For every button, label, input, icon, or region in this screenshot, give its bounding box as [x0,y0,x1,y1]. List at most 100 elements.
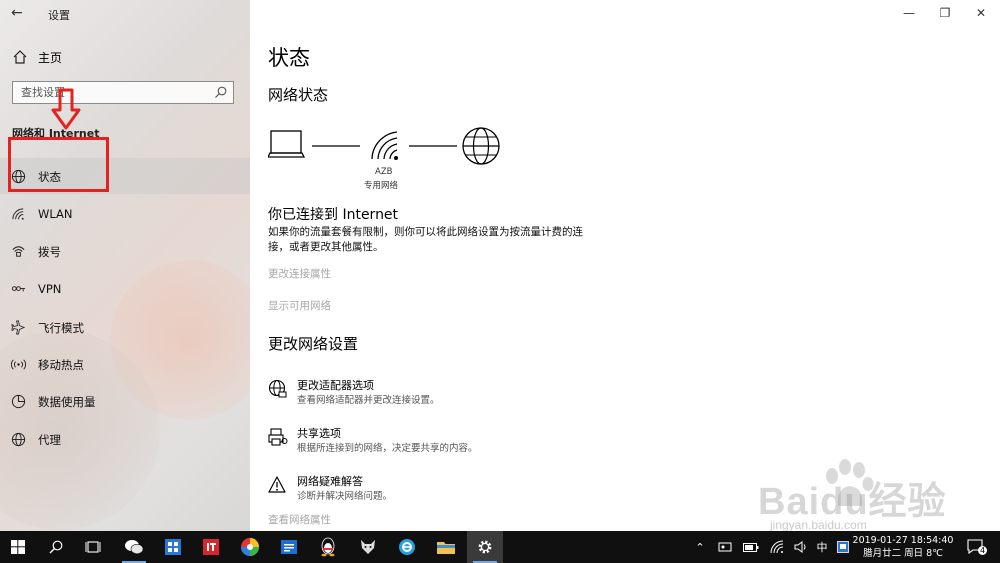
option-description: 诊断并解决网络问题。 [297,491,393,502]
watermark-url: jingyan.baidu.com [770,518,867,532]
adapter-options-item[interactable]: 更改适配器选项 查看网络适配器并更改连接设置。 [268,377,668,409]
globe-icon [462,127,500,165]
task-view-button[interactable] [75,531,111,563]
connection-status-text: 你已连接到 Internet [268,207,399,223]
taskbar-app-it[interactable] [193,531,229,563]
close-button[interactable]: ✕ [966,4,996,22]
sidebar-item-vpn[interactable]: VPN [0,271,250,307]
taskbar-app-ie[interactable] [389,531,425,563]
color-wheel-icon [241,538,259,556]
clock-lunar-weather: 腊月廿二 周日 8℃ [863,548,943,559]
qq-penguin-icon [321,537,335,557]
sidebar-item-label: WLAN [38,207,73,221]
sidebar-item-label: 主页 [38,51,63,65]
sidebar-item-hotspot[interactable]: 移动热点 [0,346,250,382]
window-title: 设置 [48,9,70,22]
wifi-icon [371,131,398,160]
sidebar-item-wlan[interactable]: WLAN [0,196,250,232]
taskbar-app-color[interactable] [232,531,268,563]
clock-datetime: 2019-01-27 18:54:40 [852,535,954,546]
tray-overflow-button[interactable]: ⌃ [690,531,710,563]
input-language-indicator[interactable]: 中 [813,531,831,563]
connection-description: 如果你的流量套餐有限制，则你可以将此网络设置为按流量计费的连接，或者更改其他属性… [268,226,583,253]
taskbar-app-fox[interactable] [350,531,386,563]
back-arrow-icon[interactable]: ← [11,5,27,21]
adapter-icon [268,379,287,398]
network-status-heading: 网络状态 [268,86,329,104]
content-pane: — ❐ ✕ 状态 网络状态 AZB 专用网络 你已连接到 Internet 如果… [250,0,1000,531]
sidebar-item-label: VPN [38,282,62,296]
page-title: 状态 [268,46,310,70]
wifi-icon [770,540,784,554]
change-properties-link[interactable]: 更改连接属性 [268,266,331,281]
laptop-icon [268,130,306,158]
search-icon [49,540,63,554]
network-name: AZB [375,167,393,177]
battery-icon [743,542,759,552]
folder-icon [437,542,455,554]
hotspot-icon [11,359,26,370]
system-clock[interactable]: 2019-01-27 18:54:40 腊月廿二 周日 8℃ [848,534,958,560]
annotation-arrow-icon [51,88,81,130]
tray-app-icon[interactable] [714,531,736,563]
option-title: 网络疑难解答 [297,475,363,488]
globe-icon [11,432,26,447]
option-description: 根据所连接到的网络，决定要共享的内容。 [297,443,478,454]
taskbar-app-explorer[interactable] [428,531,464,563]
tray-battery[interactable] [740,531,762,563]
restore-button[interactable]: ❐ [930,4,960,22]
sidebar-item-dialup[interactable]: 拨号 [0,233,250,269]
sidebar-item-proxy[interactable]: 代理 [0,421,250,457]
sidebar-item-label: 数据使用量 [38,395,96,409]
wifi-icon [12,208,24,220]
vpn-icon [11,286,26,292]
search-field[interactable] [12,81,234,104]
sharing-icon [268,428,288,446]
annotation-highlight-box [8,137,109,192]
taskbar-app-settings[interactable] [467,531,503,563]
taskbar: ⌃ 中 2019-01-27 18:54:40 腊月廿二 周日 8℃ 4 [0,531,1000,563]
taskbar-app-wechat[interactable] [116,531,152,563]
option-description: 查看网络适配器并更改连接设置。 [297,395,440,406]
settings-sidebar: ← 设置 主页 网络和 Internet 状态 WLAN [0,0,250,531]
taskbar-app-qq[interactable] [310,531,346,563]
taskbar-app-store[interactable] [271,531,307,563]
sidebar-item-data-usage[interactable]: 数据使用量 [0,383,250,419]
app-store-icon [281,540,297,554]
speaker-icon [794,541,806,553]
search-input[interactable] [21,84,211,101]
tray-volume[interactable] [790,531,812,563]
notification-count: 4 [978,546,988,555]
option-title: 共享选项 [297,427,341,440]
action-center-button[interactable]: 4 [964,531,988,563]
sidebar-item-label: 飞行模式 [38,321,84,335]
search-button[interactable] [38,531,74,563]
tray-network[interactable] [766,531,788,563]
minimize-button[interactable]: — [894,4,924,22]
dialup-icon [12,246,25,257]
internet-explorer-icon [399,539,415,555]
sharing-options-item[interactable]: 共享选项 根据所连接到的网络，决定要共享的内容。 [268,425,668,457]
taskbar-app-calculator[interactable] [155,531,191,563]
troubleshoot-item[interactable]: 网络疑难解答 诊断并解决网络问题。 [268,473,668,505]
view-properties-link[interactable]: 查看网络属性 [268,512,331,527]
sidebar-item-label: 拨号 [38,245,61,259]
watermark-text: Baidu经验 [758,481,947,523]
start-button[interactable] [0,531,36,563]
home-icon [13,50,27,64]
task-view-icon [85,541,101,553]
windows-logo-icon [11,540,25,554]
network-type: 专用网络 [364,181,399,191]
warning-icon [268,476,286,493]
it-app-icon [203,539,219,555]
calculator-icon [165,539,181,555]
sidebar-item-home[interactable]: 主页 [0,45,250,69]
airplane-icon [11,320,26,335]
tray-app-icon-glyph [718,542,732,552]
change-settings-heading: 更改网络设置 [268,335,359,353]
search-icon[interactable] [214,86,227,99]
data-usage-icon [11,394,26,409]
sidebar-item-airplane[interactable]: 飞行模式 [0,309,250,345]
fox-icon [361,540,375,554]
show-networks-link[interactable]: 显示可用网络 [268,298,331,313]
